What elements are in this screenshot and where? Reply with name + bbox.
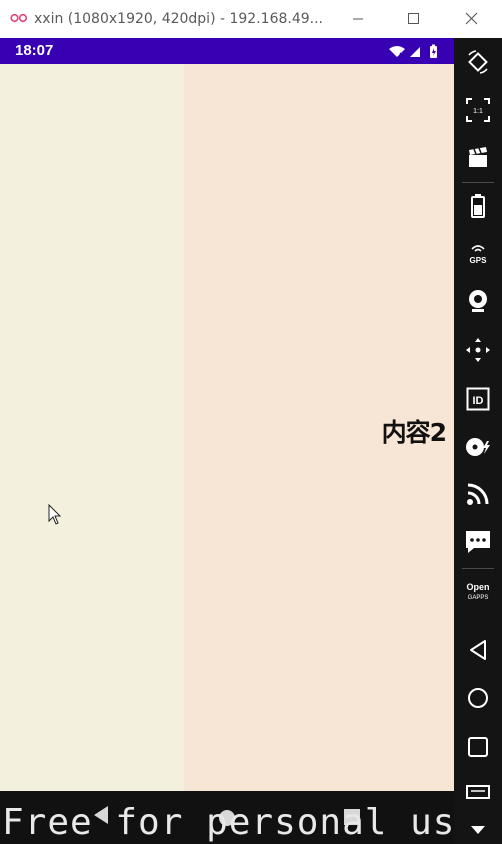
rotate-button[interactable]	[454, 44, 502, 80]
gps-button[interactable]: GPS	[454, 236, 502, 272]
opengapps-button[interactable]: Open GAPPS	[454, 574, 502, 610]
wifi-icon	[389, 46, 405, 58]
toolbar-home-button[interactable]	[454, 680, 502, 716]
mouse-cursor-icon	[48, 504, 62, 525]
fit-label: 1:1	[473, 108, 483, 115]
toolbar-separator	[462, 182, 494, 183]
right-pane: 内容2	[184, 64, 454, 791]
minimize-icon	[353, 18, 363, 20]
cast-icon	[467, 483, 489, 505]
sms-icon	[466, 531, 490, 553]
sms-button[interactable]	[454, 524, 502, 560]
battery-icon	[471, 194, 485, 218]
cast-button[interactable]	[454, 476, 502, 512]
maximize-button[interactable]	[390, 0, 436, 38]
id-button[interactable]: ID	[454, 381, 502, 417]
id-icon: ID	[466, 387, 490, 411]
dpad-icon	[466, 338, 490, 362]
back-icon	[470, 640, 486, 660]
status-clock: 18:07	[15, 42, 54, 59]
close-button[interactable]	[448, 0, 494, 38]
watermark-text: Free for personal use	[2, 802, 454, 843]
rotate-icon	[468, 50, 488, 74]
content-label: 内容2	[381, 418, 447, 447]
screenrecord-button[interactable]	[454, 139, 502, 175]
toolbar-separator	[462, 568, 494, 569]
close-icon	[465, 12, 478, 25]
app-logo-icon	[10, 13, 28, 23]
id-label: ID	[473, 395, 484, 407]
gps-icon: GPS	[470, 245, 488, 265]
more-button[interactable]	[454, 816, 502, 844]
disk-button[interactable]	[454, 429, 502, 465]
left-pane	[0, 64, 184, 791]
more-icon	[471, 826, 485, 834]
toolbar-back-button[interactable]	[454, 632, 502, 668]
minimize-button[interactable]	[335, 0, 381, 38]
status-icons	[389, 44, 437, 58]
camera-icon	[469, 290, 487, 312]
toolbar-recents-button[interactable]	[454, 729, 502, 765]
dpad-button[interactable]	[454, 332, 502, 368]
maximize-icon	[408, 13, 419, 24]
emulator-toolbar: 1:1 GPS ID Open GAPPS	[454, 38, 502, 844]
opengapps-label-1: Open	[466, 582, 489, 592]
screenrecord-icon	[469, 147, 487, 167]
signal-icon	[410, 47, 420, 57]
recents-icon	[468, 737, 488, 757]
battery-icon	[430, 44, 437, 58]
battery-button[interactable]	[454, 188, 502, 224]
nav-bar: Free for personal use	[0, 791, 454, 844]
opengapps-icon: Open GAPPS	[466, 582, 489, 601]
window-titlebar: xxin (1080x1920, 420dpi) - 192.168.49...	[0, 0, 502, 39]
opengapps-label-2: GAPPS	[468, 595, 489, 601]
home-icon	[468, 688, 488, 708]
menu-button[interactable]	[454, 780, 502, 804]
app-content: 内容2	[0, 64, 454, 791]
menu-icon	[466, 785, 490, 799]
gps-label: GPS	[470, 256, 488, 265]
camera-button[interactable]	[454, 283, 502, 319]
disk-icon	[466, 438, 490, 456]
window-title: xxin (1080x1920, 420dpi) - 192.168.49...	[34, 11, 323, 27]
status-bar: 18:07	[0, 38, 454, 64]
fullscreen-button[interactable]: 1:1	[454, 92, 502, 128]
fullscreen-icon: 1:1	[466, 98, 490, 122]
